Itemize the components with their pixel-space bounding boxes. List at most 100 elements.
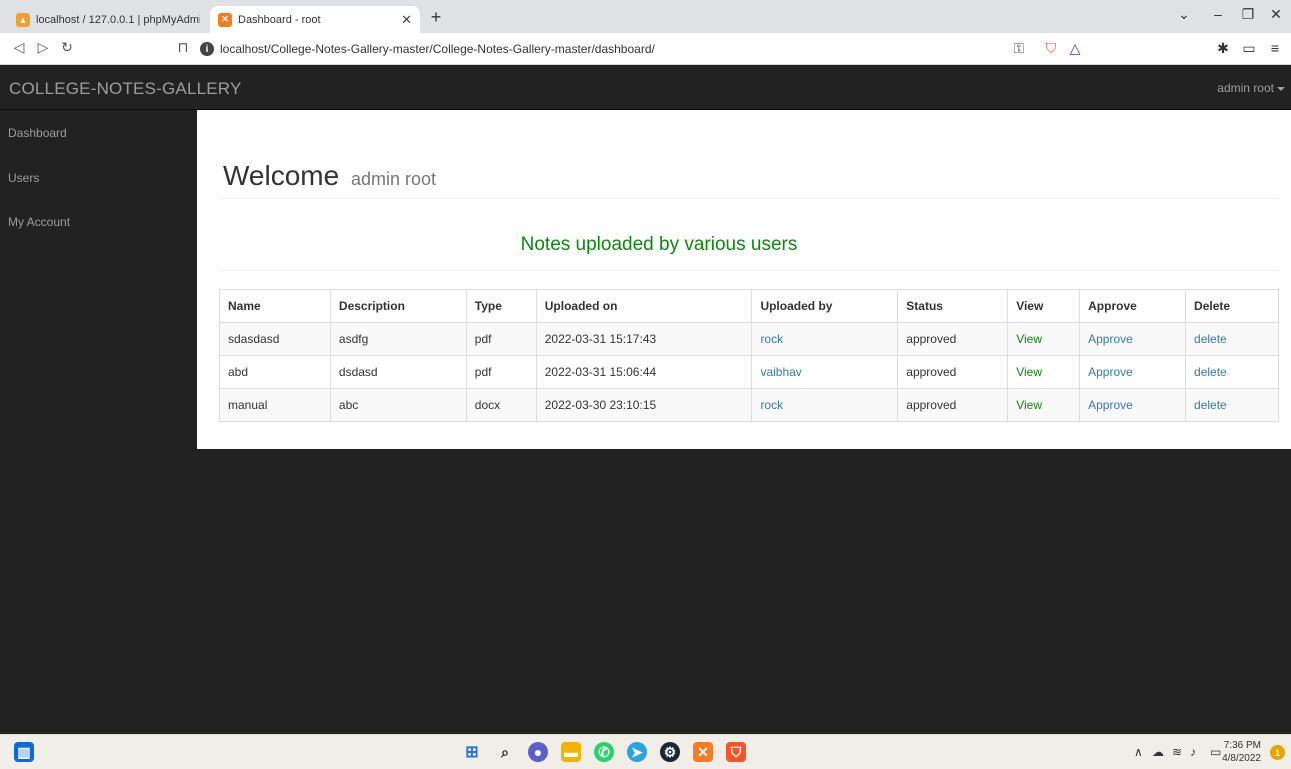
cell-description: dsdasd: [329, 355, 467, 389]
minimize-button[interactable]: –: [1206, 6, 1230, 22]
address-bar[interactable]: i localhost/College-Notes-Gallery-master…: [196, 37, 1096, 61]
tab-dashboard[interactable]: ✕ Dashboard - root ✕: [210, 6, 420, 33]
table-row: abd dsdasd pdf 2022-03-31 15:06:44 vaibh…: [219, 355, 1279, 389]
cell-uploaded-on: 2022-03-31 15:06:44: [535, 355, 753, 389]
table-row: manual abc docx 2022-03-30 23:10:15 rock…: [219, 388, 1279, 422]
user-menu[interactable]: admin root: [1217, 81, 1285, 95]
divider: [219, 198, 1279, 199]
forward-icon[interactable]: ▷: [32, 39, 54, 56]
cell-view: View: [1007, 355, 1081, 389]
xampp-icon: ✕: [218, 12, 232, 27]
column-header: Approve: [1079, 289, 1187, 323]
clock-date: 4/8/2022: [1222, 753, 1261, 764]
page-title: Welcome admin root: [223, 160, 436, 192]
divider: [219, 270, 1279, 271]
sidebar-toggle-icon[interactable]: ▭: [1238, 40, 1260, 57]
xampp-taskbar-icon[interactable]: ✕: [693, 742, 713, 762]
user-name: admin root: [1217, 81, 1274, 95]
close-window-button[interactable]: ✕: [1264, 6, 1288, 23]
delete-link[interactable]: delete: [1194, 398, 1227, 412]
view-link[interactable]: View: [1016, 365, 1042, 379]
steam-icon[interactable]: ⚙: [660, 742, 680, 762]
view-link[interactable]: View: [1016, 398, 1042, 412]
tab-label: Dashboard - root: [238, 13, 321, 26]
teams-chat-icon[interactable]: ●: [528, 742, 548, 762]
url-text: localhost/College-Notes-Gallery-master/C…: [220, 42, 655, 56]
system-clock[interactable]: 7:36 PM 4/8/2022: [1222, 739, 1261, 765]
approve-link[interactable]: Approve: [1088, 365, 1133, 379]
sidebar-item-users[interactable]: Users: [8, 171, 39, 185]
caret-down-icon: [1277, 86, 1285, 91]
whatsapp-icon[interactable]: ✆: [594, 742, 614, 762]
close-tab-icon[interactable]: ✕: [401, 12, 412, 28]
cell-type: docx: [465, 388, 537, 422]
column-header: Type: [465, 289, 537, 323]
reload-icon[interactable]: ↻: [56, 39, 78, 56]
volume-icon[interactable]: ♪: [1190, 745, 1196, 759]
main-content: Welcome admin root Notes uploaded by var…: [197, 110, 1291, 449]
cell-delete: delete: [1185, 355, 1279, 389]
os-taskbar: ▥ ⊞ ⌕ ● ▬ ✆ ➤ ⚙ ✕ ⛉ ∧ ☁ ≋ ♪ ▭ 7:36 PM 4/…: [0, 734, 1291, 769]
chevron-up-icon[interactable]: ∧: [1134, 745, 1143, 759]
file-explorer-icon[interactable]: ▬: [561, 742, 581, 762]
welcome-text: Welcome: [223, 160, 340, 191]
windows-start-icon[interactable]: ⊞: [462, 742, 482, 762]
delete-link[interactable]: delete: [1194, 365, 1227, 379]
cell-uploaded-on: 2022-03-31 15:17:43: [535, 322, 753, 356]
view-link[interactable]: View: [1016, 332, 1042, 346]
column-header: View: [1007, 289, 1081, 323]
telegram-icon[interactable]: ➤: [627, 742, 647, 762]
brave-browser-icon[interactable]: ⛉: [726, 742, 746, 762]
cell-uploaded-on: 2022-03-30 23:10:15: [535, 388, 753, 422]
delete-link[interactable]: delete: [1194, 332, 1227, 346]
site-info-icon[interactable]: i: [200, 42, 214, 56]
sidebar-item-my-account[interactable]: My Account: [8, 215, 70, 229]
cell-name: manual: [219, 388, 331, 422]
brave-shield-icon[interactable]: ⛉: [1040, 40, 1062, 57]
cell-uploaded-by: rock: [751, 388, 899, 422]
brave-rewards-icon[interactable]: △: [1064, 40, 1086, 57]
table-header-row: Name Description Type Uploaded on Upload…: [219, 289, 1279, 323]
cell-delete: delete: [1185, 388, 1279, 422]
maximize-button[interactable]: ❐: [1236, 6, 1260, 23]
cell-description: asdfg: [329, 322, 467, 356]
battery-icon[interactable]: ▭: [1210, 745, 1221, 759]
tab-search-icon[interactable]: ⌄: [1172, 6, 1196, 23]
cell-uploaded-by: vaibhav: [751, 355, 899, 389]
extensions-icon[interactable]: ✱: [1212, 40, 1234, 57]
cell-status: approved: [897, 322, 1009, 356]
sidebar: Dashboard Users My Account: [0, 110, 197, 734]
welcome-user: admin root: [350, 169, 437, 189]
cell-delete: delete: [1185, 322, 1279, 356]
uploader-link[interactable]: rock: [760, 398, 783, 412]
cell-approve: Approve: [1079, 355, 1187, 389]
menu-icon[interactable]: ≡: [1264, 40, 1286, 56]
tab-phpmyadmin[interactable]: ▲ localhost / 127.0.0.1 | phpMyAdmin 5: [8, 6, 208, 33]
uploader-link[interactable]: rock: [760, 332, 783, 346]
uploader-link[interactable]: vaibhav: [760, 365, 801, 379]
approve-link[interactable]: Approve: [1088, 398, 1133, 412]
cell-status: approved: [897, 388, 1009, 422]
notification-badge[interactable]: 1: [1270, 745, 1285, 760]
key-icon[interactable]: ⚿: [1008, 40, 1030, 57]
cell-view: View: [1007, 388, 1081, 422]
column-header: Description: [329, 289, 467, 323]
cell-approve: Approve: [1079, 322, 1187, 356]
sidebar-item-dashboard[interactable]: Dashboard: [8, 126, 67, 140]
new-tab-button[interactable]: +: [424, 7, 448, 28]
browser-tab-strip: ▲ localhost / 127.0.0.1 | phpMyAdmin 5 ✕…: [0, 0, 1291, 33]
bookmark-icon[interactable]: ⊓: [172, 39, 194, 56]
back-icon[interactable]: ◁: [8, 39, 30, 56]
column-header: Uploaded by: [751, 289, 899, 323]
approve-link[interactable]: Approve: [1088, 332, 1133, 346]
cell-description: abc: [329, 388, 467, 422]
brand-logo[interactable]: COLLEGE-NOTES-GALLERY: [9, 79, 242, 99]
widgets-icon[interactable]: ▥: [14, 742, 34, 762]
wifi-icon[interactable]: ≋: [1172, 745, 1182, 759]
cell-view: View: [1007, 322, 1081, 356]
cell-name: abd: [219, 355, 331, 389]
clock-time: 7:36 PM: [1223, 740, 1261, 751]
search-icon[interactable]: ⌕: [495, 742, 515, 762]
onedrive-icon[interactable]: ☁: [1152, 745, 1164, 759]
table-row: sdasdasd asdfg pdf 2022-03-31 15:17:43 r…: [219, 322, 1279, 356]
